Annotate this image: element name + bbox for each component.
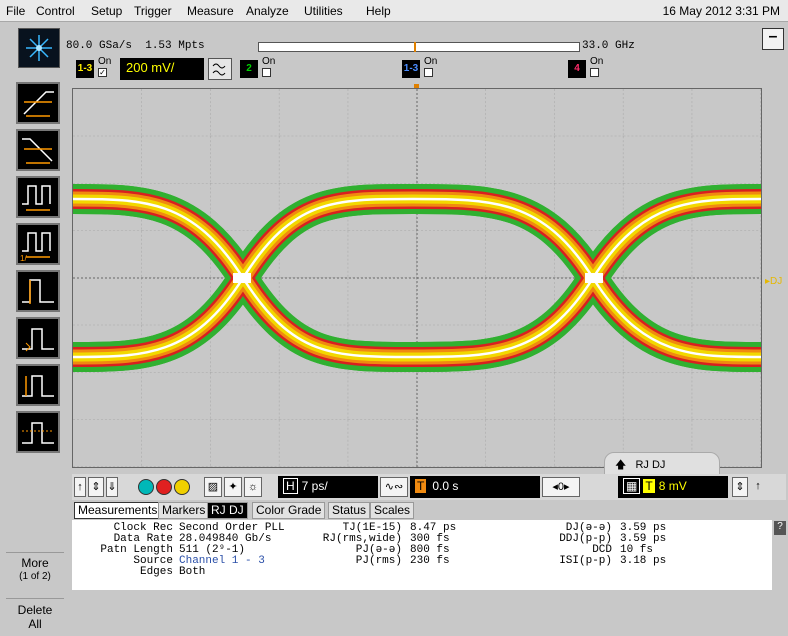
trigger-stepper-button[interactable]: ⇕	[732, 477, 748, 497]
channel-4-on-label: On	[590, 56, 604, 67]
menu-utilities[interactable]: Utilities	[304, 4, 343, 18]
pj-rms-label: PJ(rms)	[355, 555, 402, 567]
datetime: 16 May 2012 3:31 PM	[662, 4, 780, 18]
timebase-field[interactable]: H7 ps/	[278, 476, 378, 498]
tab-markers[interactable]: Markers	[158, 502, 210, 519]
channel-bar: 1-3 On ✓ 200 mV/ 2 On 1-3 On 4 On	[66, 56, 786, 84]
clear-display-icon[interactable]: ✦	[224, 477, 242, 497]
menu-analyze[interactable]: Analyze	[246, 4, 289, 18]
tab-bar: Measurements Markers RJ DJ Color Grade S…	[72, 502, 786, 520]
menu-measure[interactable]: Measure	[187, 4, 234, 18]
color-cyan-button[interactable]	[138, 479, 154, 495]
delay-field[interactable]: T 0.0 s	[410, 476, 540, 498]
frequency-tool-icon[interactable]: 1/	[16, 223, 60, 265]
rise-time-tool-icon[interactable]	[16, 82, 60, 124]
position-marker	[414, 42, 416, 52]
channel-1-3b-checkbox[interactable]	[424, 68, 433, 77]
tab-color-grade[interactable]: Color Grade	[252, 502, 326, 519]
menu-trigger[interactable]: Trigger	[134, 4, 172, 18]
color-red-button[interactable]	[156, 479, 172, 495]
channel-2-box[interactable]: 2	[240, 60, 258, 78]
more-button[interactable]: More (1 of 2)	[6, 552, 64, 590]
marker-up-button[interactable]: ↑	[74, 477, 86, 497]
channel-1-3-on-label: On	[98, 56, 112, 67]
channel-1-3-box[interactable]: 1-3	[76, 60, 94, 78]
tab-measurements[interactable]: Measurements	[74, 502, 162, 519]
horizontal-position-bar[interactable]	[258, 42, 580, 52]
menu-file[interactable]: File	[6, 4, 25, 18]
t-label: T	[643, 479, 655, 493]
tab-scales[interactable]: Scales	[370, 502, 415, 519]
display-mode-icon[interactable]: ▨	[204, 477, 222, 497]
fall-time-tool-icon[interactable]	[16, 129, 60, 171]
trigger-level-field[interactable]: ▦ T 8 mV	[618, 476, 728, 498]
menu-help[interactable]: Help	[366, 4, 391, 18]
h-label: H	[283, 478, 298, 494]
menu-control[interactable]: Control	[36, 4, 75, 18]
svg-text:1/: 1/	[20, 254, 27, 263]
coupling-button[interactable]	[208, 58, 232, 80]
channel-1-3-checkbox[interactable]: ✓	[98, 68, 107, 77]
autoscale-icon[interactable]: ☼	[244, 477, 262, 497]
tab-status[interactable]: Status	[328, 502, 371, 519]
trigger-up-icon[interactable]: ↑	[752, 477, 764, 497]
waveform-display[interactable]	[72, 88, 762, 468]
channel-4-box[interactable]: 4	[568, 60, 586, 78]
reference-level-marker: ▸DJ	[765, 276, 783, 287]
marker-step-button[interactable]: ⇓	[106, 477, 118, 497]
isi-value: 3.18 ps	[620, 555, 667, 567]
vpp-tool-icon[interactable]	[16, 364, 60, 406]
tab-rj-dj[interactable]: RJ DJ	[207, 502, 248, 519]
channel-2-checkbox[interactable]	[262, 68, 271, 77]
channel-2-on-label: On	[262, 56, 276, 67]
menu-bar: File Control Setup Trigger Measure Analy…	[0, 0, 788, 22]
sidebar: 1/ More (1 of 2) Delete All	[0, 74, 68, 631]
color-yellow-button[interactable]	[174, 479, 190, 495]
menu-setup[interactable]: Setup	[91, 4, 122, 18]
delete-all-button[interactable]: Delete All	[6, 598, 64, 636]
edges-value: Both	[179, 566, 206, 578]
channel-1-3b-box[interactable]: 1-3	[402, 60, 420, 78]
delay-nav-button[interactable]: ◂0▸	[542, 477, 580, 497]
time-fine-button[interactable]: ∿∾	[380, 477, 408, 497]
rj-dj-marker-tab[interactable]: 🡅 RJ DJ	[604, 452, 720, 476]
agilent-logo-icon[interactable]	[18, 28, 60, 68]
edges-label: Edges	[139, 566, 173, 578]
help-button[interactable]: ?	[774, 521, 786, 535]
channel-4-checkbox[interactable]	[590, 68, 599, 77]
amplitude-tool-icon[interactable]	[16, 317, 60, 359]
acquisition-bar: 80.0 GSa/s 1.53 Mpts 33.0 GHz	[66, 36, 786, 56]
pulse-width-tool-icon[interactable]	[16, 270, 60, 312]
control-bar: ↑ ⇕ ⇓ ▨ ✦ ☼ H7 ps/ ∿∾ T 0.0 s ◂0▸ ▦ T 8 mV …	[72, 474, 786, 500]
period-tool-icon[interactable]	[16, 176, 60, 218]
vtop-tool-icon[interactable]	[16, 411, 60, 453]
bandwidth: 33.0 GHz	[582, 40, 635, 52]
channel-1-3b-on-label: On	[424, 56, 438, 67]
minimize-button[interactable]: –	[762, 28, 784, 50]
isi-label: ISI(p-p)	[559, 555, 612, 567]
marker-stepper-button[interactable]: ⇕	[88, 477, 104, 497]
pj-rms-value: 230 fs	[410, 555, 450, 567]
vertical-scale-field[interactable]: 200 mV/	[120, 58, 204, 80]
measurement-results: Clock Rec Second Order PLL TJ(1E-15) 8.4…	[72, 520, 772, 590]
sample-info: 80.0 GSa/s 1.53 Mpts	[66, 40, 205, 52]
